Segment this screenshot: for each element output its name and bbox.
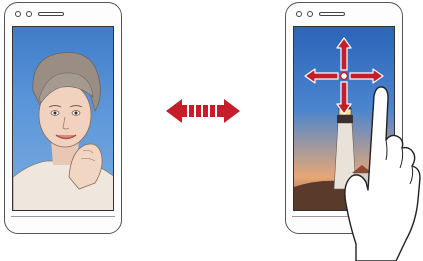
front-camera-icon [296, 11, 302, 17]
bezel-line [11, 216, 115, 217]
front-camera-icon [15, 11, 21, 17]
double-arrow-icon [166, 99, 240, 123]
sensor-icon [307, 11, 313, 17]
sensor-icon [26, 11, 32, 17]
selfie-preview-screen[interactable] [12, 26, 114, 211]
portrait-illustration [13, 52, 113, 210]
rear-camera-phone [285, 2, 403, 234]
rear-preview-screen[interactable] [293, 26, 395, 211]
speaker-grille [319, 12, 345, 16]
lighthouse-landscape [294, 101, 394, 210]
speaker-grille [38, 12, 64, 16]
bezel-line [292, 216, 396, 217]
front-camera-phone [4, 2, 122, 234]
